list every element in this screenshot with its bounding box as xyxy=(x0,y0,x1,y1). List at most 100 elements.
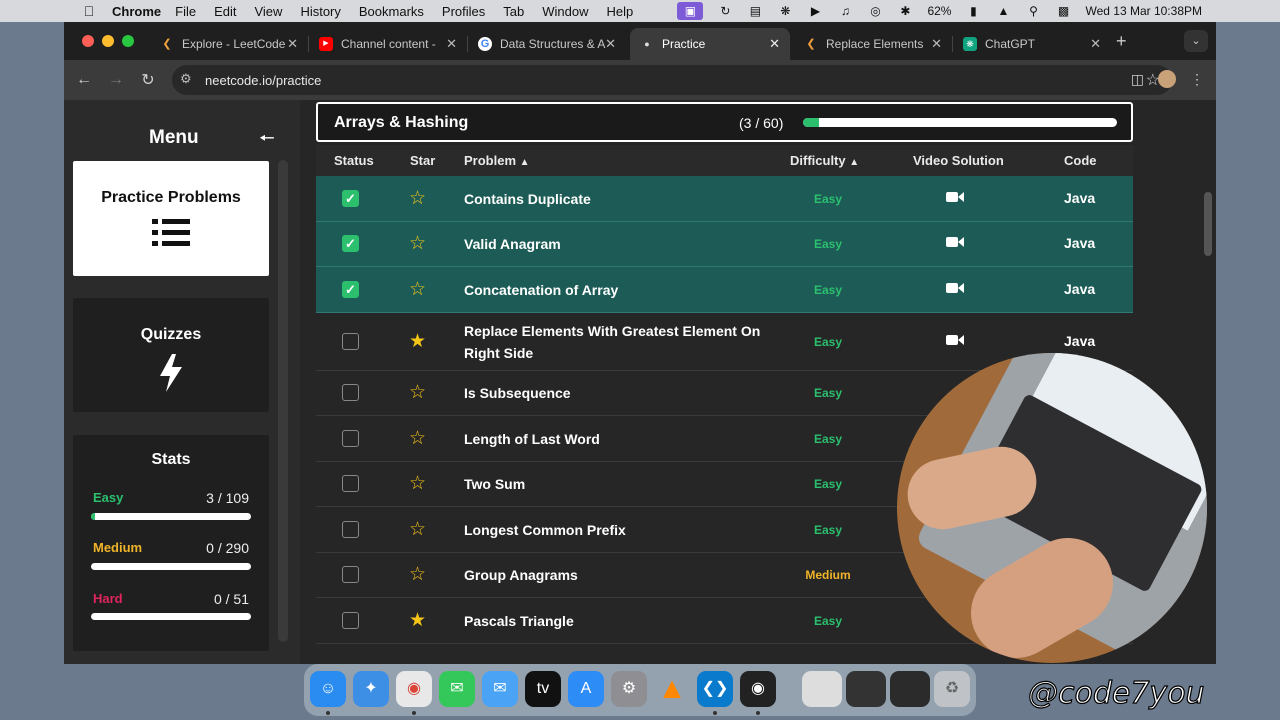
video-camera-icon[interactable] xyxy=(946,190,964,207)
header-problem[interactable]: Problem ▲︎ xyxy=(464,153,530,168)
tab-leetcode-explore[interactable]: ❮ Explore - LeetCode ✕ xyxy=(150,28,309,60)
screen-share-icon[interactable]: ▣ xyxy=(677,2,704,20)
vscode-icon[interactable]: ❮❯ xyxy=(697,671,733,707)
apple-icon[interactable]:  xyxy=(74,3,104,19)
play-icon[interactable]: ▶ xyxy=(807,5,823,17)
close-tab-icon[interactable]: ✕ xyxy=(446,36,457,52)
status-checkbox[interactable] xyxy=(342,475,359,493)
problem-link[interactable]: Group Anagrams xyxy=(464,564,764,586)
star-filled-icon[interactable]: ★ xyxy=(409,330,426,353)
table-row[interactable]: ✓ ☆ Concatenation of Array Easy Java xyxy=(316,267,1133,313)
vlc-icon[interactable]: ▲ xyxy=(654,671,690,707)
close-tab-icon[interactable]: ✕ xyxy=(605,36,616,52)
problem-link[interactable]: Valid Anagram xyxy=(464,233,764,255)
star-outline-icon[interactable]: ☆ xyxy=(409,232,426,255)
appletv-icon[interactable]: tv xyxy=(525,671,561,707)
tab-replace-elements[interactable]: ❮ Replace Elements ✕ xyxy=(794,28,953,60)
menu-view[interactable]: View xyxy=(254,4,282,19)
menu-help[interactable]: Help xyxy=(607,4,634,19)
code-link[interactable]: Java xyxy=(1064,190,1095,206)
tab-channel-content[interactable]: ▶ Channel content - ✕ xyxy=(309,28,468,60)
url-text[interactable]: neetcode.io/practice xyxy=(205,73,321,88)
more-menu-icon[interactable]: ⋮ xyxy=(1190,71,1204,88)
problem-link[interactable]: Replace Elements With Greatest Element O… xyxy=(464,320,764,364)
obs-icon[interactable]: ◉ xyxy=(740,671,776,707)
chrome-icon[interactable]: ◉ xyxy=(396,671,432,707)
profile-avatar[interactable] xyxy=(1158,70,1176,88)
status-checkbox[interactable] xyxy=(342,384,359,402)
code-link[interactable]: Java xyxy=(1064,235,1095,251)
new-tab-icon[interactable]: + xyxy=(1116,31,1127,52)
volume-icon[interactable]: ♫ xyxy=(837,5,853,17)
mail-icon[interactable]: ✉ xyxy=(482,671,518,707)
problem-link[interactable]: Two Sum xyxy=(464,473,764,495)
menu-tab[interactable]: Tab xyxy=(503,4,524,19)
settings-icon[interactable]: ⚙ xyxy=(611,671,647,707)
problem-link[interactable]: Contains Duplicate xyxy=(464,188,764,210)
status-checkbox[interactable] xyxy=(342,566,359,584)
code-link[interactable]: Java xyxy=(1064,333,1095,349)
star-outline-icon[interactable]: ☆ xyxy=(409,427,426,450)
menu-profiles[interactable]: Profiles xyxy=(442,4,485,19)
tab-practice[interactable]: ● Practice ✕ xyxy=(630,28,790,60)
status-checkbox[interactable]: ✓ xyxy=(342,280,359,298)
star-outline-icon[interactable]: ☆ xyxy=(409,278,426,301)
close-tab-icon[interactable]: ✕ xyxy=(769,36,780,52)
side-panel-icon[interactable]: ◫ xyxy=(1131,71,1144,88)
control-center-icon[interactable]: ▩ xyxy=(1055,5,1071,17)
recent-window-2[interactable] xyxy=(846,671,886,707)
video-camera-icon[interactable] xyxy=(946,333,964,350)
problem-link[interactable]: Pascals Triangle xyxy=(464,610,764,632)
table-row[interactable]: ✓ ☆ Contains Duplicate Easy Java xyxy=(316,176,1133,222)
spotlight-icon[interactable]: ⚲ xyxy=(1025,5,1041,17)
video-camera-icon[interactable] xyxy=(946,281,964,298)
status-checkbox[interactable] xyxy=(342,611,359,629)
messages-icon[interactable]: ✉ xyxy=(439,671,475,707)
close-tab-icon[interactable]: ✕ xyxy=(287,36,298,52)
tab-search-icon[interactable]: ⌄ xyxy=(1184,30,1208,52)
appstore-icon[interactable]: A xyxy=(568,671,604,707)
airplay-icon[interactable]: ◎ xyxy=(867,5,883,17)
minimize-window-button[interactable] xyxy=(102,35,114,47)
forward-icon[interactable]: → xyxy=(100,71,132,89)
star-outline-icon[interactable]: ☆ xyxy=(409,563,426,586)
grass-icon[interactable]: ❋ xyxy=(777,5,793,17)
menu-bookmarks[interactable]: Bookmarks xyxy=(359,4,424,19)
menu-history[interactable]: History xyxy=(300,4,340,19)
practice-problems-card[interactable]: Practice Problems xyxy=(73,161,269,276)
problem-link[interactable]: Concatenation of Array xyxy=(464,279,764,301)
tab-data-structures[interactable]: G Data Structures & A ✕ xyxy=(468,28,626,60)
star-outline-icon[interactable]: ☆ xyxy=(409,472,426,495)
address-bar[interactable]: ⚙ neetcode.io/practice ☆ xyxy=(172,65,1172,95)
status-checkbox[interactable]: ✓ xyxy=(342,235,359,253)
battery-icon[interactable]: ▮ xyxy=(965,5,981,17)
status-checkbox[interactable] xyxy=(342,429,359,447)
sort-icon[interactable]: ▲︎ xyxy=(520,157,530,168)
close-tab-icon[interactable]: ✕ xyxy=(931,36,942,52)
close-tab-icon[interactable]: ✕ xyxy=(1090,36,1101,52)
recent-window-1[interactable] xyxy=(802,671,842,707)
video-camera-icon[interactable] xyxy=(946,235,964,252)
menu-file[interactable]: File xyxy=(175,4,196,19)
recent-window-3[interactable] xyxy=(890,671,930,707)
status-checkbox[interactable] xyxy=(342,332,359,350)
star-outline-icon[interactable]: ☆ xyxy=(409,518,426,541)
finder-icon[interactable]: ☺ xyxy=(310,671,346,707)
menu-edit[interactable]: Edit xyxy=(214,4,236,19)
problem-link[interactable]: Is Subsequence xyxy=(464,382,764,404)
status-checkbox[interactable] xyxy=(342,520,359,538)
code-link[interactable]: Java xyxy=(1064,281,1095,297)
problem-link[interactable]: Length of Last Word xyxy=(464,428,764,450)
safari-icon[interactable]: ✦ xyxy=(353,671,389,707)
sidebar-scrollbar[interactable] xyxy=(278,160,288,642)
collapse-menu-icon[interactable]: 🠔 xyxy=(259,126,275,156)
menu-window[interactable]: Window xyxy=(542,4,588,19)
zoom-window-button[interactable] xyxy=(122,35,134,47)
wifi-icon[interactable]: ▲ xyxy=(995,5,1011,17)
clock[interactable]: Wed 13 Mar 10:38PM xyxy=(1085,4,1202,18)
page-scrollbar[interactable] xyxy=(1204,192,1212,256)
star-filled-icon[interactable]: ★ xyxy=(409,609,426,632)
back-icon[interactable]: ← xyxy=(68,71,100,89)
star-outline-icon[interactable]: ☆ xyxy=(409,381,426,404)
reload-icon[interactable]: ↻ xyxy=(132,70,164,90)
